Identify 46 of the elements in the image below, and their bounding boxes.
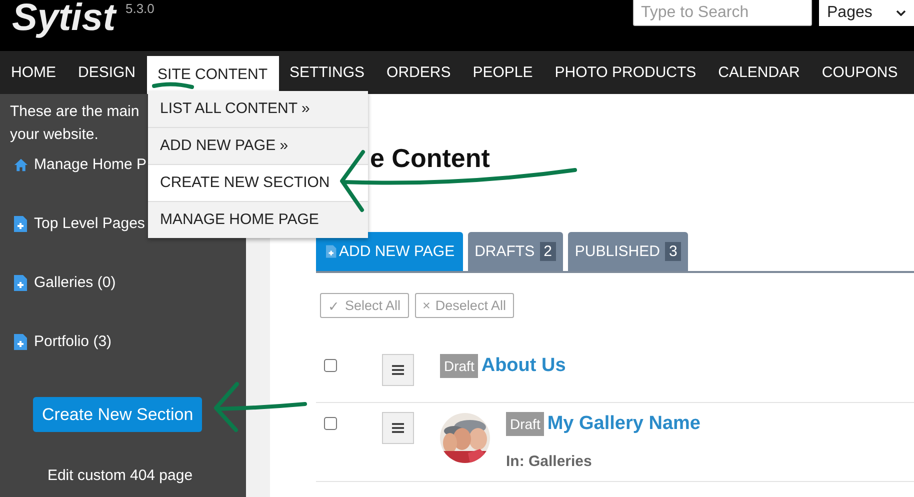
create-section-button[interactable]: Create New Section [33,397,202,432]
page-link[interactable]: About Us [481,355,566,377]
filter-tab[interactable]: PUBLISHED 3 [568,232,688,271]
version-label: 5.3.0 [125,2,154,15]
add-page-icon [326,245,337,258]
count-badge: 2 [540,242,556,261]
filter-tab[interactable]: DRAFTS 2 [468,232,563,271]
add-page-icon [14,216,28,232]
nav-tab[interactable]: SETTINGS [278,51,376,94]
sidebar-link[interactable]: Galleries (0) [34,273,116,293]
scope-select[interactable]: Pages [819,0,914,26]
row-checkbox[interactable] [324,359,337,372]
sidebar-link[interactable]: Top Level Pages [34,214,145,234]
count-badge: 3 [664,242,682,261]
edit-404-link[interactable]: Edit custom 404 page [47,467,193,484]
home-icon [14,157,28,173]
menu-icon [392,423,404,433]
nav-tab[interactable]: ORDERS [376,51,462,94]
intro-text: These are the main [10,103,140,120]
annotation-underline [152,82,194,89]
logo: Sytist [12,0,116,39]
nav-tab[interactable]: PEOPLE [462,51,544,94]
add-page-icon [14,334,28,350]
nav-tab[interactable]: COUPONS [810,51,909,94]
sidebar-link[interactable]: Manage Home P [34,155,147,175]
menu-icon [392,365,404,375]
nav-tab[interactable]: HOME [0,51,67,94]
nav-tab[interactable]: CALENDAR [707,51,811,94]
status-badge: Draft [506,412,544,436]
page-title: e Content [370,142,491,174]
search-field[interactable]: Type to Search [633,0,812,26]
menu-item[interactable]: CREATE NEW SECTION [148,165,368,202]
sidebar-link[interactable]: Portfolio (3) [34,332,112,352]
menu-item[interactable]: LIST ALL CONTENT » [148,91,368,128]
section-label: In: Galleries [506,452,593,472]
nav-tab[interactable]: PHOTO PRODUCTS [544,51,708,94]
status-badge: Draft [440,354,478,378]
page-link[interactable]: My Gallery Name [547,413,700,435]
caret-icon [896,10,906,16]
intro-text: your website. [10,126,98,143]
add-page-icon [14,275,28,291]
menu-button[interactable] [382,412,414,444]
row-checkbox[interactable] [324,417,337,430]
menu-button[interactable] [382,354,414,386]
add-page-tab[interactable]: ADD NEW PAGE [316,232,463,271]
nav-tab[interactable]: DESIGN [67,51,147,94]
